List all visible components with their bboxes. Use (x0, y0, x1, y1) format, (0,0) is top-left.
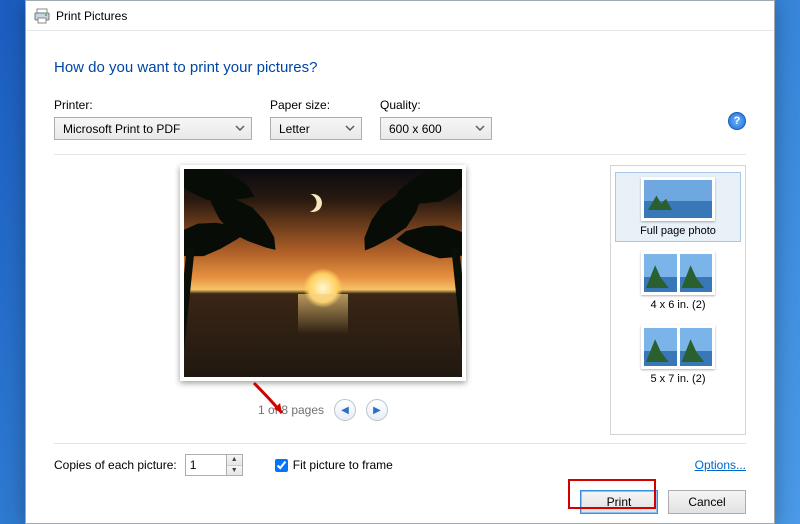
page-navigator: 1 of 8 pages ◀ ▶ (258, 399, 388, 421)
next-page-button[interactable]: ▶ (366, 399, 388, 421)
chevron-down-icon (235, 122, 245, 136)
copies-label: Copies of each picture: (54, 458, 177, 472)
paper-size-value: Letter (279, 122, 310, 136)
copies-spinner: ▲ ▼ (185, 454, 243, 476)
heading-text: How do you want to print your pictures? (26, 31, 774, 98)
print-pictures-dialog: Print Pictures How do you want to print … (25, 0, 775, 524)
layout-label: Full page photo (640, 225, 716, 237)
paper-size-label: Paper size: (270, 98, 362, 112)
chevron-down-icon (475, 122, 485, 136)
fit-to-frame-control[interactable]: Fit picture to frame (275, 458, 393, 472)
title-bar: Print Pictures (26, 1, 774, 31)
preview-image (180, 165, 466, 381)
layout-label: 5 x 7 in. (2) (650, 373, 705, 385)
cancel-button[interactable]: Cancel (668, 490, 746, 514)
layout-item-5x7[interactable]: 5 x 7 in. (2) (615, 320, 741, 390)
dialog-buttons: Print Cancel (26, 476, 774, 514)
fit-to-frame-checkbox[interactable] (275, 459, 288, 472)
copies-input[interactable] (185, 454, 227, 476)
prev-page-button[interactable]: ◀ (334, 399, 356, 421)
main-area: 1 of 8 pages ◀ ▶ Full page photo 4 x 6 i… (26, 155, 774, 435)
page-indicator: 1 of 8 pages (258, 403, 324, 417)
help-button[interactable]: ? (728, 112, 746, 130)
fit-to-frame-label: Fit picture to frame (293, 458, 393, 472)
layout-thumb (641, 177, 715, 221)
window-title: Print Pictures (56, 9, 127, 23)
layout-thumb (641, 325, 715, 369)
layout-item-full-page[interactable]: Full page photo (615, 172, 741, 242)
layout-item-4x6[interactable]: 4 x 6 in. (2) (615, 246, 741, 316)
layout-list[interactable]: Full page photo 4 x 6 in. (2) 5 x 7 in. … (610, 165, 746, 435)
quality-value: 600 x 600 (389, 122, 442, 136)
copies-row: Copies of each picture: ▲ ▼ Fit picture … (26, 444, 774, 476)
printer-label: Printer: (54, 98, 252, 112)
printer-icon (34, 8, 50, 24)
printer-dropdown[interactable]: Microsoft Print to PDF (54, 117, 252, 140)
layout-thumb (641, 251, 715, 295)
copies-up-button[interactable]: ▲ (227, 455, 242, 466)
print-button[interactable]: Print (580, 490, 658, 514)
preview-pane: 1 of 8 pages ◀ ▶ (54, 165, 592, 435)
quality-label: Quality: (380, 98, 492, 112)
paper-size-dropdown[interactable]: Letter (270, 117, 362, 140)
printer-value: Microsoft Print to PDF (63, 122, 180, 136)
quality-dropdown[interactable]: 600 x 600 (380, 117, 492, 140)
chevron-down-icon (345, 122, 355, 136)
layout-label: 4 x 6 in. (2) (650, 299, 705, 311)
print-settings-row: Printer: Microsoft Print to PDF Paper si… (26, 98, 774, 150)
copies-down-button[interactable]: ▼ (227, 466, 242, 476)
options-link[interactable]: Options... (695, 458, 746, 472)
